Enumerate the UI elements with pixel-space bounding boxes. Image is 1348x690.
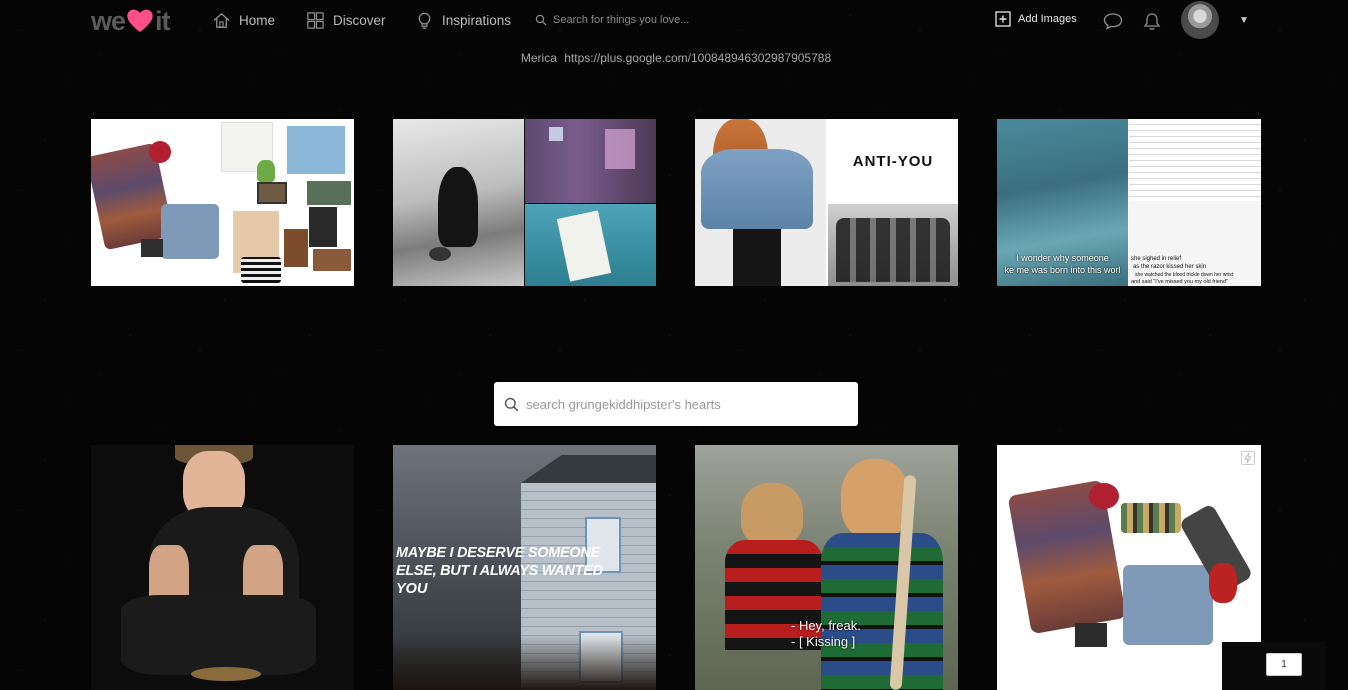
denim-jacket-image: [695, 119, 826, 286]
illustration-image: [393, 119, 524, 286]
jeans-image: [1123, 565, 1213, 645]
heart-icon: [127, 9, 153, 32]
backpack-image: [284, 229, 308, 267]
guitar-image: [1209, 563, 1237, 603]
lightning-icon[interactable]: [1241, 451, 1255, 465]
nav-home[interactable]: Home: [212, 10, 275, 30]
text-list-image: [1129, 119, 1261, 201]
relief-text-image: she sighed in relief as the razor kissed…: [1129, 201, 1261, 286]
addams-family-image: [828, 204, 958, 286]
home-icon: [213, 12, 230, 28]
bell-icon: [1143, 12, 1161, 30]
canvas-tile[interactable]: [393, 119, 656, 286]
forest-image: [307, 181, 351, 205]
hearts-search-input[interactable]: [526, 396, 836, 412]
chat-bubble-icon: [1103, 13, 1123, 30]
grid-icon: [307, 11, 324, 29]
denim-shorts-image: [287, 126, 345, 174]
weheartit-logo[interactable]: we it: [91, 5, 170, 36]
nav-inspirations[interactable]: Inspirations: [415, 10, 511, 30]
page-number-input[interactable]: 1: [1266, 653, 1302, 676]
movie-still-tile[interactable]: - Hey, freak. - [ Kissing ]: [695, 445, 958, 690]
add-images-button[interactable]: Add Images: [995, 11, 1077, 27]
search-icon: [535, 14, 547, 26]
room-image: [525, 119, 656, 203]
boy-left-head: [741, 483, 803, 545]
red-cap-image: [1089, 483, 1119, 509]
legs-shape: [121, 595, 316, 675]
canvas-tile[interactable]: [91, 119, 354, 286]
jeans-image: [161, 204, 219, 259]
profile-url-link[interactable]: https://plus.google.com/1008489463029879…: [564, 51, 831, 65]
amplifier-image: [1075, 623, 1107, 647]
global-search: [535, 10, 835, 30]
boy-right-shirt: [821, 533, 943, 690]
profile-location: Merica: [520, 51, 557, 65]
hearts-search: [494, 382, 858, 426]
messages-button[interactable]: [1103, 11, 1123, 31]
roof-shape: [521, 455, 656, 483]
plant-image: [257, 160, 275, 182]
global-search-input[interactable]: [553, 14, 813, 26]
canvas-tile[interactable]: I wonder why someone ke me was born into…: [997, 119, 1261, 286]
pool-image: I wonder why someone ke me was born into…: [997, 119, 1128, 286]
book-in-water-image: [525, 204, 656, 286]
top-navigation-bar: we it Home Discover Inspirations Search …: [0, 0, 1348, 40]
portrait-image: [309, 207, 337, 247]
search-icon: [504, 397, 519, 411]
anti-you-text-image: ANTI-YOU: [828, 119, 958, 203]
logo-text-left: we: [91, 5, 126, 36]
canvas-tile[interactable]: ANTI-YOU: [695, 119, 958, 286]
profile-info: Merica https://plus.google.com/100848946…: [0, 51, 1348, 65]
user-avatar[interactable]: [1181, 1, 1219, 39]
amplifier-image: [141, 239, 163, 257]
notifications-button[interactable]: [1142, 11, 1162, 31]
portrait-tile[interactable]: [91, 445, 354, 690]
tv-image: [257, 182, 287, 204]
house-quote-tile[interactable]: MAYBE I DESERVE SOMEONE ELSE, BUT I ALWA…: [393, 445, 656, 690]
lightbulb-icon: [418, 12, 431, 29]
record-player-image: [313, 249, 351, 271]
accessories-image: [1121, 503, 1181, 533]
plus-square-icon: [995, 11, 1011, 27]
boy-right-head: [841, 459, 909, 539]
chevron-down-icon[interactable]: ▼: [1239, 15, 1249, 26]
logo-text-right: it: [155, 5, 170, 36]
lightning-icon: [1244, 452, 1252, 464]
red-cap-image: [149, 141, 171, 163]
striped-skirt-image: [241, 257, 281, 283]
stool-shape: [191, 667, 261, 681]
nav-discover[interactable]: Discover: [306, 10, 386, 30]
trees-shape: [393, 635, 656, 690]
